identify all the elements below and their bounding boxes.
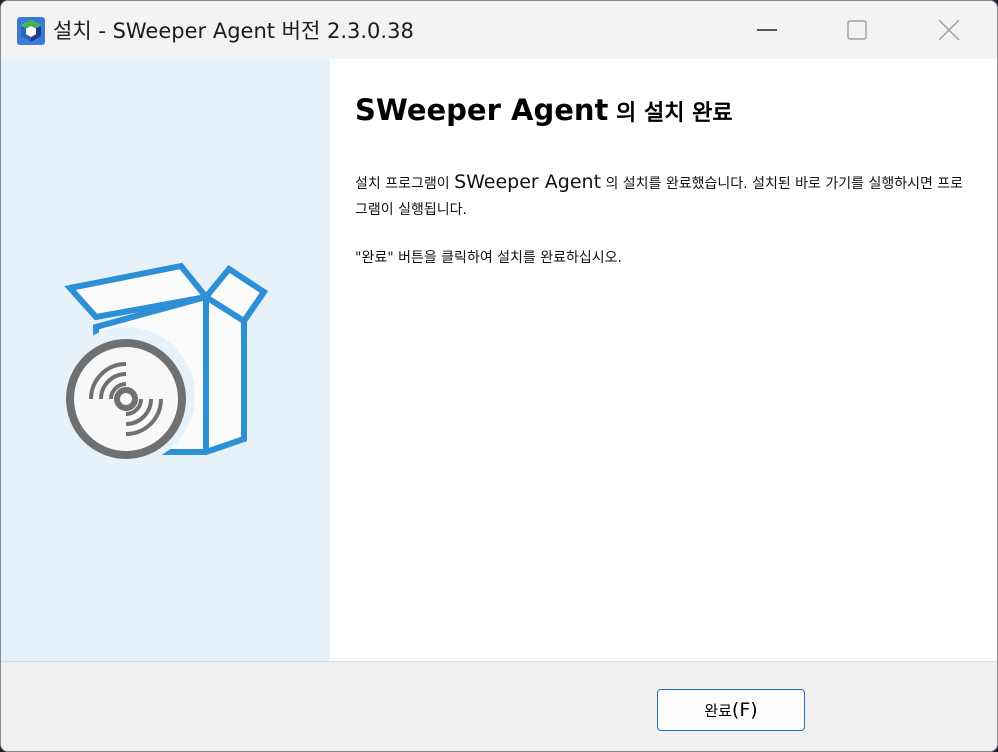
minimize-button[interactable] xyxy=(721,1,813,59)
close-button[interactable] xyxy=(903,1,995,59)
maximize-button[interactable] xyxy=(811,1,903,59)
close-icon xyxy=(938,19,960,41)
finish-button[interactable]: 완료 (F) xyxy=(657,689,805,731)
finish-button-label: 완료 xyxy=(704,701,732,720)
title-bar[interactable]: 설치 - SWeeper Agent 버전 2.3.0.38 xyxy=(1,1,997,59)
app-cube-icon xyxy=(17,17,45,45)
finish-button-accelerator: (F) xyxy=(731,699,758,721)
button-bar: 완료 (F) xyxy=(1,661,997,751)
minimize-icon xyxy=(757,29,777,31)
software-box-disc-icon xyxy=(57,262,269,465)
completion-paragraph: 설치 프로그램이 SWeeper Agent 의 설치를 완료했습니다. 설치된… xyxy=(355,169,965,223)
wizard-sidebar xyxy=(1,59,330,661)
heading-suffix: 의 설치 완료 xyxy=(608,101,733,126)
heading-app-name: SWeeper Agent xyxy=(355,93,609,127)
installer-window: 설치 - SWeeper Agent 버전 2.3.0.38 SWeeper A… xyxy=(0,0,998,752)
paragraph-app-name: SWeeper Agent xyxy=(454,171,602,193)
maximize-icon xyxy=(847,20,867,40)
page-heading: SWeeper Agent 의 설치 완료 xyxy=(355,93,733,127)
finish-instruction: "완료" 버튼을 클릭하여 설치를 완료하십시오. xyxy=(355,250,622,266)
window-title: 설치 - SWeeper Agent 버전 2.3.0.38 xyxy=(53,19,414,43)
completion-message: 설치 프로그램이 SWeeper Agent 의 설치를 완료했습니다. 설치된… xyxy=(355,169,965,271)
wizard-content: SWeeper Agent 의 설치 완료 설치 프로그램이 SWeeper A… xyxy=(330,59,997,661)
paragraph-text-start: 설치 프로그램이 xyxy=(355,176,455,192)
